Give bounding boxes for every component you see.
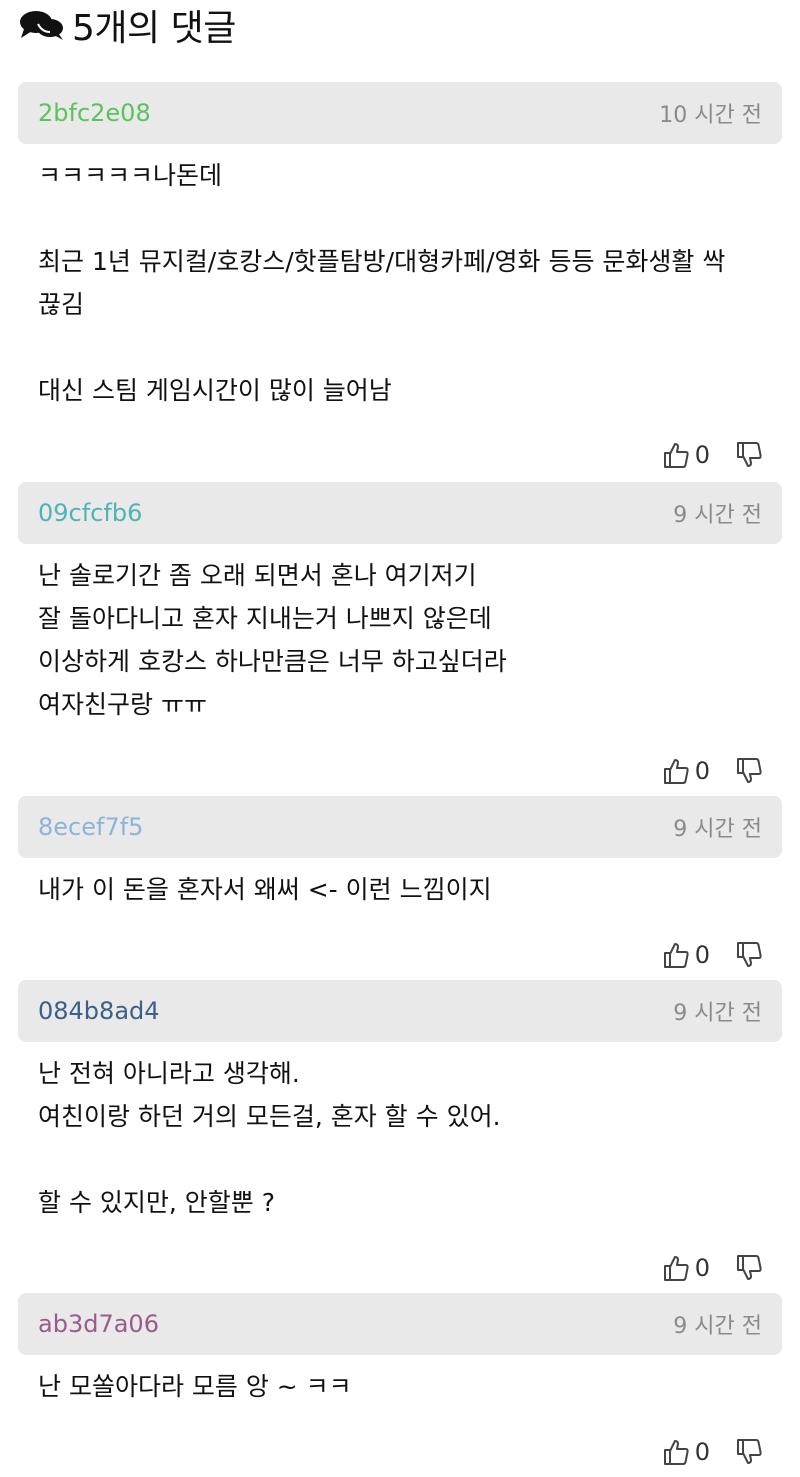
like-count: 0 bbox=[694, 441, 710, 469]
comment-item: 084b8ad4 9 시간 전 난 전혀 아니라고 생각해. 여친이랑 하던 거… bbox=[18, 980, 782, 1293]
thumbs-down-icon bbox=[737, 758, 762, 783]
dislike-button[interactable] bbox=[734, 756, 764, 786]
comment-header: 084b8ad4 9 시간 전 bbox=[18, 980, 782, 1042]
vote-bar: 0 bbox=[18, 1427, 782, 1477]
comment-time: 10 시간 전 bbox=[659, 103, 762, 128]
like-button[interactable]: 0 bbox=[661, 440, 734, 470]
thumbs-up-icon bbox=[663, 1440, 689, 1465]
comment-body: 난 솔로기간 좀 오래 되면서 혼나 여기저기 잘 돌아다니고 혼자 지내는거 … bbox=[38, 561, 507, 719]
comment-author[interactable]: 09cfcfb6 bbox=[38, 499, 142, 527]
comment-item: ab3d7a06 9 시간 전 난 모쏠아다라 모름 앙 ~ ㅋㅋ 0 bbox=[18, 1293, 782, 1467]
dislike-button[interactable] bbox=[734, 940, 764, 970]
thumbs-up-icon bbox=[663, 759, 689, 784]
like-button[interactable]: 0 bbox=[661, 1253, 734, 1283]
thumbs-down-icon bbox=[737, 942, 762, 967]
like-button[interactable]: 0 bbox=[661, 756, 734, 786]
comment-body: 난 모쏠아다라 모름 앙 ~ ㅋㅋ bbox=[38, 1372, 352, 1401]
comment-header: 2bfc2e08 10 시간 전 bbox=[18, 82, 782, 144]
dislike-button[interactable] bbox=[734, 1253, 764, 1283]
vote-bar: 0 bbox=[18, 930, 782, 980]
thumbs-down-icon bbox=[737, 442, 762, 467]
comment-time: 9 시간 전 bbox=[673, 817, 762, 842]
like-count: 0 bbox=[694, 1438, 710, 1466]
comment-header: 09cfcfb6 9 시간 전 bbox=[18, 482, 782, 544]
comments-header: 5개의 댓글 bbox=[18, 0, 236, 50]
comment-header: 8ecef7f5 9 시간 전 bbox=[18, 796, 782, 858]
dislike-button[interactable] bbox=[734, 1437, 764, 1467]
comment-author[interactable]: 2bfc2e08 bbox=[38, 99, 151, 127]
like-count: 0 bbox=[694, 941, 710, 969]
comment-author[interactable]: 8ecef7f5 bbox=[38, 813, 143, 841]
comment-body: ㅋㅋㅋㅋㅋ나돈데 최근 1년 뮤지컬/호캉스/핫플탐방/대형카페/영화 등등 문… bbox=[38, 161, 726, 405]
vote-bar: 0 bbox=[18, 746, 782, 796]
comment-item: 2bfc2e08 10 시간 전 ㅋㅋㅋㅋㅋ나돈데 최근 1년 뮤지컬/호캉스/… bbox=[18, 82, 782, 482]
like-count: 0 bbox=[694, 757, 710, 785]
comment-author[interactable]: 084b8ad4 bbox=[38, 997, 160, 1025]
comment-body: 내가 이 돈을 혼자서 왜써 <- 이런 느낌이지 bbox=[38, 875, 492, 904]
comment-item: 8ecef7f5 9 시간 전 내가 이 돈을 혼자서 왜써 <- 이런 느낌이… bbox=[18, 796, 782, 980]
thumbs-up-icon bbox=[663, 943, 689, 968]
comment-header: ab3d7a06 9 시간 전 bbox=[18, 1293, 782, 1355]
vote-bar: 0 bbox=[18, 1243, 782, 1293]
comment-time: 9 시간 전 bbox=[673, 1001, 762, 1026]
comment-body: 난 전혀 아니라고 생각해. 여친이랑 하던 거의 모든걸, 혼자 할 수 있어… bbox=[38, 1059, 501, 1217]
thumbs-down-icon bbox=[737, 1439, 762, 1464]
comment-list: 2bfc2e08 10 시간 전 ㅋㅋㅋㅋㅋ나돈데 최근 1년 뮤지컬/호캉스/… bbox=[18, 82, 782, 1467]
like-count: 0 bbox=[694, 1254, 710, 1282]
like-button[interactable]: 0 bbox=[661, 940, 734, 970]
comment-item: 09cfcfb6 9 시간 전 난 솔로기간 좀 오래 되면서 혼나 여기저기 … bbox=[18, 482, 782, 796]
chat-bubbles-icon bbox=[20, 11, 63, 40]
thumbs-up-icon bbox=[663, 443, 689, 468]
thumbs-down-icon bbox=[737, 1255, 762, 1280]
comment-time: 9 시간 전 bbox=[673, 503, 762, 528]
comment-author[interactable]: ab3d7a06 bbox=[38, 1310, 159, 1338]
vote-bar: 0 bbox=[18, 430, 782, 480]
comment-time: 9 시간 전 bbox=[673, 1314, 762, 1339]
dislike-button[interactable] bbox=[734, 440, 764, 470]
comments-title: 5개의 댓글 bbox=[72, 8, 236, 49]
thumbs-up-icon bbox=[663, 1256, 689, 1281]
like-button[interactable]: 0 bbox=[661, 1437, 734, 1467]
